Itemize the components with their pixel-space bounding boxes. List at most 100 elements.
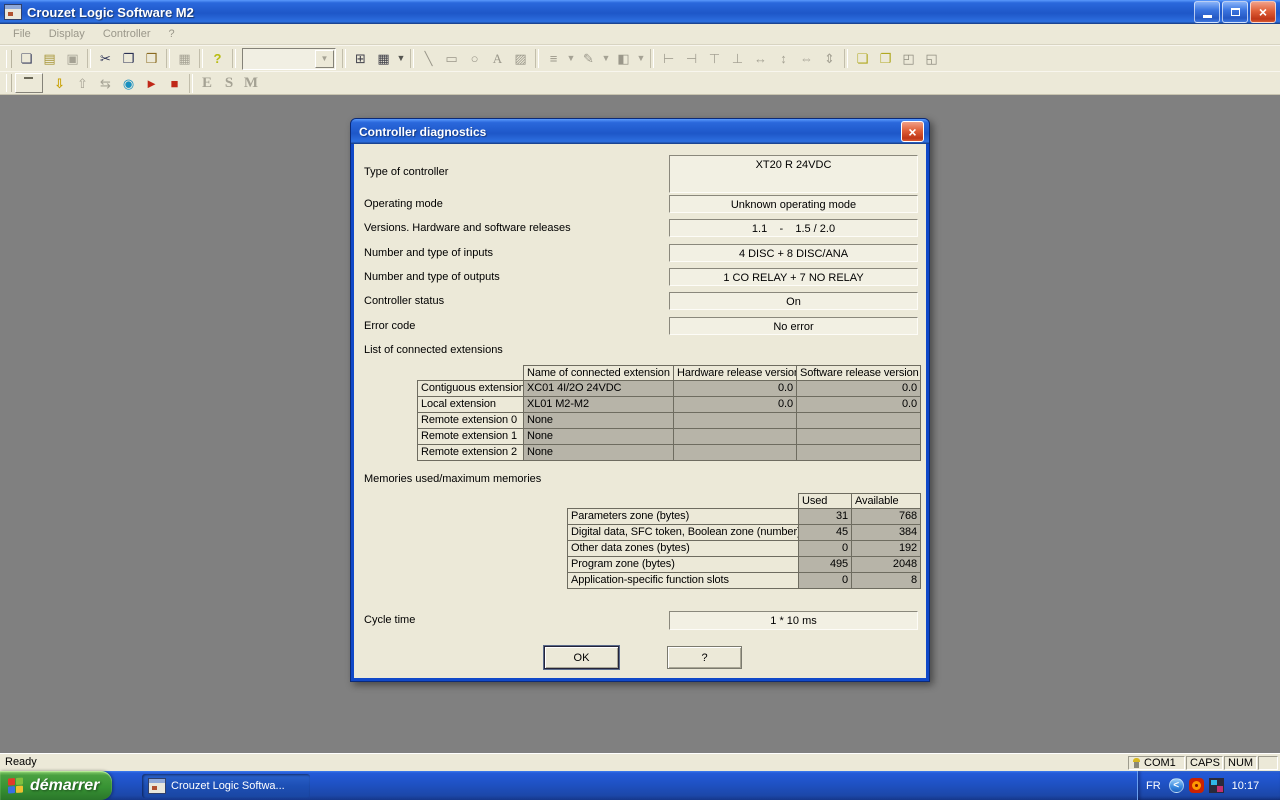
minimize-button[interactable]	[1194, 1, 1220, 23]
ok-button[interactable]: OK	[544, 646, 619, 669]
toolbar-separator	[844, 49, 848, 68]
compare-with-controller-button[interactable]: ⇆	[94, 73, 117, 94]
app-icon	[4, 4, 22, 20]
write-to-controller-icon: ⇩	[54, 73, 65, 94]
align-top-button[interactable]: ⊤	[703, 48, 726, 69]
bring-to-front-button[interactable]: ❏	[851, 48, 874, 69]
draw-line-button[interactable]: ╲	[417, 48, 440, 69]
draw-ellipse-button[interactable]: ○	[463, 48, 486, 69]
table-data-cell: XL01 M2-M2	[524, 397, 674, 413]
status-num-label: NUM	[1228, 757, 1253, 769]
cut-button[interactable]: ✂	[94, 48, 117, 69]
toolbar-separator	[342, 49, 346, 68]
menu-item-controller[interactable]: Controller	[94, 25, 160, 43]
line-color-options-button[interactable]: ▼	[600, 48, 612, 69]
print-button[interactable]: ▦	[173, 48, 196, 69]
edit-mode-button[interactable]: E	[196, 73, 218, 94]
simulation-mode-button[interactable]: S	[218, 73, 240, 94]
snap-to-grid-button[interactable]: ▦	[372, 48, 395, 69]
line-color-button[interactable]: ✎	[577, 48, 600, 69]
table-row: Remote extension 1None	[417, 429, 921, 445]
new-button[interactable]: ❏	[15, 48, 38, 69]
toolbar-separator	[232, 49, 236, 68]
insert-image-button[interactable]: ▨	[509, 48, 532, 69]
menu-bar: FileDisplayController?	[0, 24, 1280, 45]
tray-app-icon-device[interactable]	[1209, 778, 1224, 793]
fill-color-options-button[interactable]: ▼	[635, 48, 647, 69]
table-data-cell: 31	[799, 509, 852, 525]
menu-item-file[interactable]: File	[4, 25, 40, 43]
dialog-body: Type of controllerXT20 R 24VDCOperating …	[354, 144, 926, 678]
table-row-label-cell: Remote extension 0	[417, 413, 524, 429]
chevron-down-icon[interactable]: ▼	[315, 50, 334, 68]
read-from-controller-icon: ⇧	[77, 73, 88, 94]
hide-icons-button[interactable]: <	[1169, 778, 1184, 793]
line-width-button[interactable]: ≡	[542, 48, 565, 69]
status-empty-panel	[1258, 756, 1278, 770]
fill-color-button[interactable]: ◧	[612, 48, 635, 69]
help-button[interactable]: ?	[206, 48, 229, 69]
align-right-button[interactable]: ⊣	[680, 48, 703, 69]
print-icon: ▦	[178, 48, 190, 69]
toolbar-grip[interactable]	[6, 74, 12, 92]
grid-options-button[interactable]: ▼	[395, 48, 407, 69]
read-from-controller-button[interactable]: ⇧	[71, 73, 94, 94]
write-to-controller-button[interactable]: ⇩	[48, 73, 71, 94]
window-close-button[interactable]: ×	[1250, 1, 1276, 23]
table-row-label-cell: Other data zones (bytes)	[567, 541, 799, 557]
draw-rectangle-button[interactable]: ▭	[440, 48, 463, 69]
monitoring-button[interactable]: ◉	[117, 73, 140, 94]
grid-options-icon: ▼	[397, 48, 406, 69]
table-data-cell: 0.0	[674, 381, 797, 397]
center-horizontal-button[interactable]: ↔	[749, 48, 772, 69]
draw-line-icon: ╲	[425, 48, 433, 69]
toolbar-grip[interactable]	[6, 50, 12, 68]
ungroup-button[interactable]: ◱	[920, 48, 943, 69]
menu-item-help[interactable]: ?	[160, 25, 184, 43]
task-button-crouzet[interactable]: Crouzet Logic Softwa...	[142, 774, 310, 798]
table-row: Remote extension 0None	[417, 413, 921, 429]
draw-text-button[interactable]: A	[486, 48, 509, 69]
paste-button[interactable]: ❒	[140, 48, 163, 69]
status-com-panel: COM1	[1128, 756, 1185, 770]
tray-language-indicator[interactable]: FR	[1146, 780, 1161, 792]
paste-icon: ❒	[146, 48, 158, 69]
align-left-button[interactable]: ⊢	[657, 48, 680, 69]
save-button[interactable]: ▣	[61, 48, 84, 69]
table-data-cell	[797, 413, 921, 429]
maximize-button[interactable]	[1222, 1, 1248, 23]
send-to-back-button[interactable]: ❐	[874, 48, 897, 69]
field-value-box: 1 CO RELAY + 7 NO RELAY	[669, 268, 918, 286]
start-button[interactable]: démarrer	[0, 771, 112, 800]
copy-button[interactable]: ❐	[117, 48, 140, 69]
monitoring-mode-button[interactable]: M	[240, 73, 262, 94]
distribute-vertical-icon: ⇕	[824, 48, 835, 69]
line-width-options-button[interactable]: ▼	[565, 48, 577, 69]
line-width-icon: ≡	[550, 48, 558, 69]
field-label: Controller status	[364, 295, 444, 307]
toolbar-handle[interactable]	[15, 73, 43, 93]
open-button[interactable]: ▤	[38, 48, 61, 69]
distribute-vertical-button[interactable]: ⇕	[818, 48, 841, 69]
dialog-close-button[interactable]: ×	[901, 121, 924, 142]
stop-controller-button[interactable]: ■	[163, 73, 186, 94]
menu-item-display[interactable]: Display	[40, 25, 94, 43]
align-bottom-button[interactable]: ⊥	[726, 48, 749, 69]
toolbar-separator	[87, 49, 91, 68]
dialog-help-button[interactable]: ?	[667, 646, 742, 669]
table-row-label-cell: Local extension	[417, 397, 524, 413]
align-top-icon: ⊤	[709, 48, 720, 69]
copy-icon: ❐	[123, 48, 135, 69]
distribute-horizontal-icon: ⇔	[800, 48, 813, 69]
run-controller-button[interactable]: ►	[140, 73, 163, 94]
dialog-titlebar: Controller diagnostics ×	[351, 119, 929, 144]
distribute-horizontal-button[interactable]: ⇔	[795, 48, 818, 69]
group-button[interactable]: ◰	[897, 48, 920, 69]
zoom-combobox[interactable]: ▼	[242, 48, 336, 70]
show-grid-button[interactable]: ⊞	[349, 48, 372, 69]
align-right-icon: ⊣	[686, 48, 697, 69]
tray-app-icon-target[interactable]	[1189, 778, 1204, 793]
stop-controller-icon: ■	[171, 73, 179, 94]
table-row: Remote extension 2None	[417, 445, 921, 461]
center-vertical-button[interactable]: ↕	[772, 48, 795, 69]
